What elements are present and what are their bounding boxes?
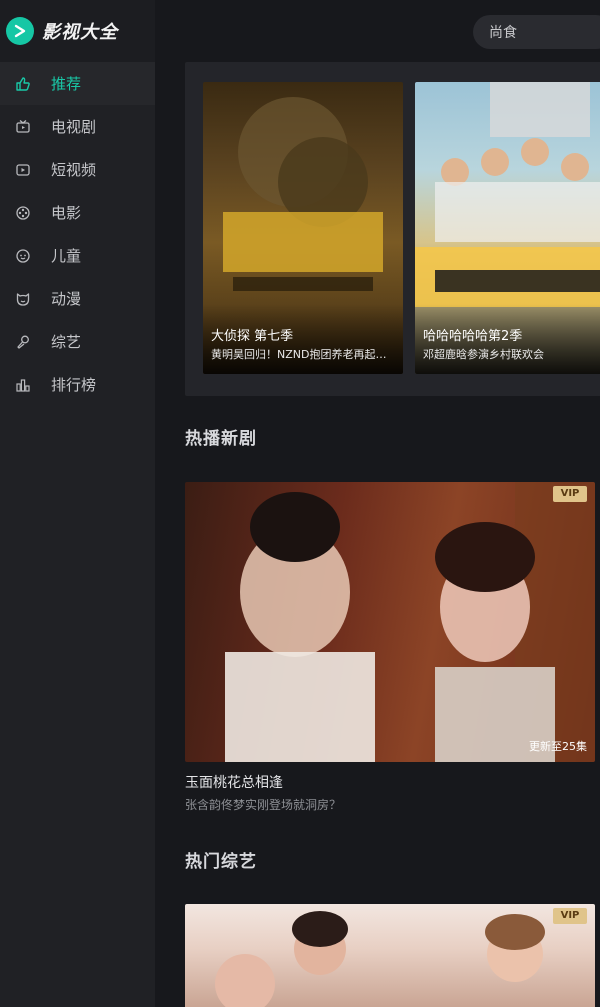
- card-subtitle: 黄明昊回归！NZND抱团养老再起…: [211, 348, 387, 361]
- microphone-icon: [14, 333, 32, 351]
- child-face-icon: [14, 247, 32, 265]
- sidebar-item-short-video[interactable]: 短视频: [0, 148, 155, 191]
- search-box[interactable]: [473, 15, 600, 49]
- sidebar-item-label: 儿童: [51, 247, 82, 265]
- card-title: 哈哈哈哈哈第2季: [423, 329, 523, 344]
- drama-title[interactable]: 玉面桃花总相逢: [185, 772, 283, 792]
- section-title-hot-variety: 热门综艺: [185, 852, 257, 872]
- sidebar-item-variety[interactable]: 综艺: [0, 320, 155, 363]
- sidebar-item-recommend[interactable]: 推荐: [0, 62, 155, 105]
- sidebar-item-label: 排行榜: [51, 376, 97, 394]
- anime-face-icon: [14, 290, 32, 308]
- drama-description: 张含韵佟梦实刚登场就洞房？: [185, 798, 342, 812]
- play-logo-icon: [6, 17, 34, 45]
- hot-variety-banner[interactable]: VIP: [185, 904, 595, 1007]
- sidebar-item-movie[interactable]: 电影: [0, 191, 155, 234]
- variety-poster-art: [215, 911, 545, 1007]
- vip-badge: VIP: [553, 908, 587, 924]
- sidebar-item-tv-series[interactable]: 电视剧: [0, 105, 155, 148]
- sidebar-item-ranking[interactable]: 排行榜: [0, 363, 155, 406]
- card-title: 大侦探 第七季: [211, 329, 294, 344]
- sidebar-item-label: 短视频: [51, 161, 97, 179]
- vip-badge: VIP: [553, 486, 587, 502]
- search-input[interactable]: [489, 24, 589, 40]
- sidebar-item-label: 综艺: [51, 333, 82, 351]
- thumb-up-icon: [14, 75, 32, 93]
- featured-card[interactable]: 哈哈哈哈哈第2季 邓超鹿晗参演乡村联欢会: [415, 82, 600, 374]
- tv-icon: [14, 118, 32, 136]
- card-subtitle: 邓超鹿晗参演乡村联欢会: [423, 348, 544, 361]
- sidebar: 影视大全 推荐 电视剧 短视频 电影 儿童 动漫 综艺 排行榜: [0, 0, 155, 1007]
- sidebar-item-label: 动漫: [51, 290, 82, 308]
- top-bar: [155, 0, 600, 62]
- sidebar-item-kids[interactable]: 儿童: [0, 234, 155, 277]
- sidebar-item-label: 电视剧: [51, 118, 97, 136]
- sidebar-item-label: 电影: [51, 204, 82, 222]
- main-content: 大侦探 第七季 黄明昊回归！NZND抱团养老再起… 哈哈哈哈哈第2季 邓超鹿晗参…: [155, 62, 600, 1007]
- featured-card[interactable]: 大侦探 第七季 黄明昊回归！NZND抱团养老再起…: [203, 82, 403, 374]
- featured-carousel: 大侦探 第七季 黄明昊回归！NZND抱团养老再起… 哈哈哈哈哈第2季 邓超鹿晗参…: [185, 62, 600, 396]
- sidebar-nav: 推荐 电视剧 短视频 电影 儿童 动漫 综艺 排行榜: [0, 62, 155, 406]
- brand[interactable]: 影视大全: [0, 0, 155, 62]
- sidebar-item-anime[interactable]: 动漫: [0, 277, 155, 320]
- episode-update: 更新至25集: [529, 740, 587, 753]
- app-title: 影视大全: [42, 22, 118, 43]
- sidebar-item-label: 推荐: [51, 75, 82, 93]
- short-video-icon: [14, 161, 32, 179]
- hot-drama-banner[interactable]: VIP 更新至25集: [185, 482, 595, 762]
- bar-chart-icon: [14, 376, 32, 394]
- section-title-hot-drama: 热播新剧: [185, 429, 257, 449]
- drama-poster-art: [225, 482, 595, 762]
- film-reel-icon: [14, 204, 32, 222]
